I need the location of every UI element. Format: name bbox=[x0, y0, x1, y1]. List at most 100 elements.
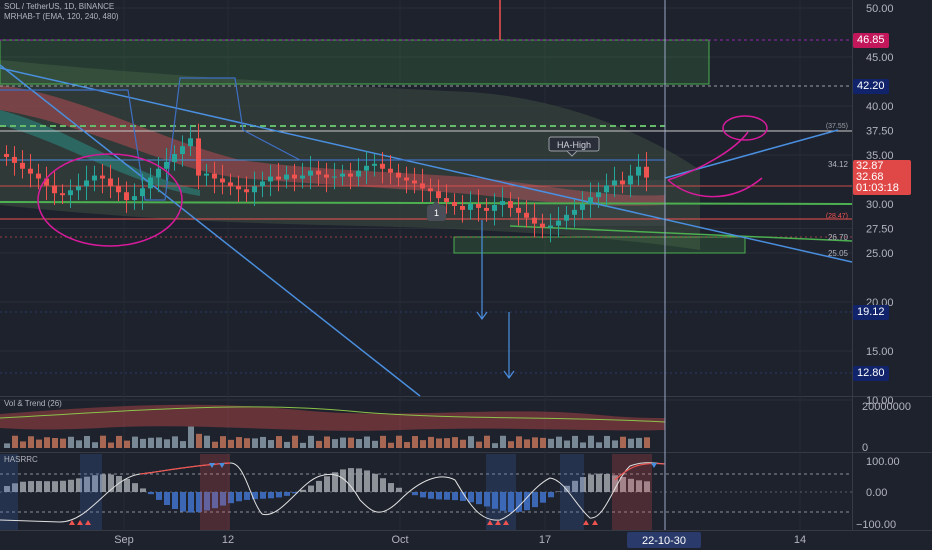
volume-bar[interactable] bbox=[212, 441, 218, 448]
supply-zone[interactable] bbox=[0, 39, 710, 85]
candle-body[interactable] bbox=[572, 209, 577, 215]
oscillator-bar[interactable] bbox=[132, 483, 138, 492]
volume-bar[interactable] bbox=[308, 435, 314, 448]
candle-body[interactable] bbox=[84, 180, 89, 187]
candle-body[interactable] bbox=[268, 176, 273, 182]
candle-body[interactable] bbox=[596, 192, 601, 198]
volume-bar[interactable] bbox=[532, 437, 538, 448]
volume-bar[interactable] bbox=[516, 436, 522, 448]
volume-bar[interactable] bbox=[428, 436, 434, 448]
candle-body[interactable] bbox=[452, 202, 457, 206]
candle-body[interactable] bbox=[516, 207, 521, 213]
candle-body[interactable] bbox=[220, 178, 225, 183]
oscillator-bar[interactable] bbox=[596, 473, 602, 492]
oscillator-bar[interactable] bbox=[396, 487, 402, 492]
candle-body[interactable] bbox=[4, 154, 9, 157]
oscillator-bar[interactable] bbox=[276, 492, 282, 498]
volume-bar[interactable] bbox=[84, 435, 90, 448]
volume-bar[interactable] bbox=[260, 436, 266, 448]
oscillator-bar[interactable] bbox=[444, 492, 450, 500]
volume-bar[interactable] bbox=[116, 435, 122, 448]
candle-body[interactable] bbox=[236, 186, 241, 190]
candle-body[interactable] bbox=[428, 188, 433, 192]
volume-bar[interactable] bbox=[484, 435, 490, 448]
candle-body[interactable] bbox=[348, 173, 353, 177]
volume-bar[interactable] bbox=[356, 439, 362, 448]
volume-bar[interactable] bbox=[372, 440, 378, 448]
candle-body[interactable] bbox=[284, 174, 289, 180]
volume-bar[interactable] bbox=[604, 435, 610, 448]
volume-bar[interactable] bbox=[620, 436, 626, 448]
oscillator-bar[interactable] bbox=[356, 468, 362, 492]
oscillator-bar[interactable] bbox=[540, 492, 546, 503]
volume-bar[interactable] bbox=[204, 435, 210, 448]
oscillator-bar[interactable] bbox=[372, 473, 378, 492]
candle-body[interactable] bbox=[500, 201, 505, 205]
oscillator-bar[interactable] bbox=[316, 480, 322, 492]
volume-bar[interactable] bbox=[164, 439, 170, 448]
volume-bar[interactable] bbox=[132, 436, 138, 448]
oscillator-bar[interactable] bbox=[268, 492, 274, 499]
volume-bar[interactable] bbox=[524, 439, 530, 448]
candle-body[interactable] bbox=[356, 170, 361, 177]
oscillator-bar[interactable] bbox=[548, 492, 554, 498]
oscillator-bar[interactable] bbox=[148, 492, 154, 495]
candle-body[interactable] bbox=[444, 198, 449, 203]
candle-body[interactable] bbox=[612, 180, 617, 186]
volume-bar[interactable] bbox=[460, 439, 466, 448]
volume-bar[interactable] bbox=[4, 443, 10, 448]
oscillator-bar[interactable] bbox=[308, 485, 314, 492]
oscillator-bar[interactable] bbox=[140, 488, 146, 492]
candle-body[interactable] bbox=[12, 156, 17, 163]
candle-body[interactable] bbox=[292, 174, 297, 179]
volume-bar[interactable] bbox=[44, 437, 50, 448]
volume-bar[interactable] bbox=[420, 440, 426, 448]
volume-bar[interactable] bbox=[468, 436, 474, 448]
oscillator-bar[interactable] bbox=[180, 492, 186, 512]
candle-body[interactable] bbox=[156, 168, 161, 178]
candle-body[interactable] bbox=[172, 154, 177, 162]
candle-body[interactable] bbox=[316, 170, 321, 175]
candle-body[interactable] bbox=[484, 207, 489, 211]
volume-bar[interactable] bbox=[396, 435, 402, 448]
candle-body[interactable] bbox=[180, 146, 185, 155]
volume-bar[interactable] bbox=[36, 439, 42, 448]
candle-body[interactable] bbox=[524, 212, 529, 218]
volume-bar[interactable] bbox=[156, 437, 162, 448]
volume-bar[interactable] bbox=[548, 438, 554, 448]
volume-bar[interactable] bbox=[644, 437, 650, 448]
candle-body[interactable] bbox=[260, 181, 265, 187]
oscillator-bar[interactable] bbox=[260, 492, 266, 499]
candle-body[interactable] bbox=[108, 178, 113, 187]
volume-bar[interactable] bbox=[108, 442, 114, 448]
candle-body[interactable] bbox=[476, 204, 481, 208]
volume-bar[interactable] bbox=[300, 442, 306, 448]
candle-body[interactable] bbox=[636, 166, 641, 176]
candle-body[interactable] bbox=[252, 186, 257, 193]
volume-bar[interactable] bbox=[380, 435, 386, 448]
candle-body[interactable] bbox=[300, 175, 305, 179]
volume-bar[interactable] bbox=[76, 440, 82, 448]
oscillator-legend[interactable]: HASRRC bbox=[4, 455, 38, 464]
volume-bar[interactable] bbox=[100, 435, 106, 448]
demand-zone[interactable] bbox=[453, 236, 746, 254]
volume-bar[interactable] bbox=[60, 438, 66, 448]
volume-bar[interactable] bbox=[268, 440, 274, 448]
oscillator-bar[interactable] bbox=[380, 478, 386, 492]
candle-body[interactable] bbox=[308, 170, 313, 176]
volume-bar[interactable] bbox=[20, 441, 26, 448]
candle-body[interactable] bbox=[60, 193, 65, 196]
oscillator-bar[interactable] bbox=[420, 492, 426, 498]
volume-bar[interactable] bbox=[580, 442, 586, 448]
oscillator-bar[interactable] bbox=[36, 481, 42, 492]
volume-bar[interactable] bbox=[124, 440, 130, 448]
candle-body[interactable] bbox=[28, 168, 33, 174]
volume-bar[interactable] bbox=[540, 437, 546, 448]
oscillator-bar[interactable] bbox=[476, 492, 482, 505]
volume-bar[interactable] bbox=[388, 442, 394, 448]
volume-bar[interactable] bbox=[476, 441, 482, 448]
volume-bar[interactable] bbox=[52, 437, 58, 448]
candle-body[interactable] bbox=[76, 186, 81, 191]
volume-bar[interactable] bbox=[228, 439, 234, 448]
oscillator-bar[interactable] bbox=[116, 476, 122, 492]
